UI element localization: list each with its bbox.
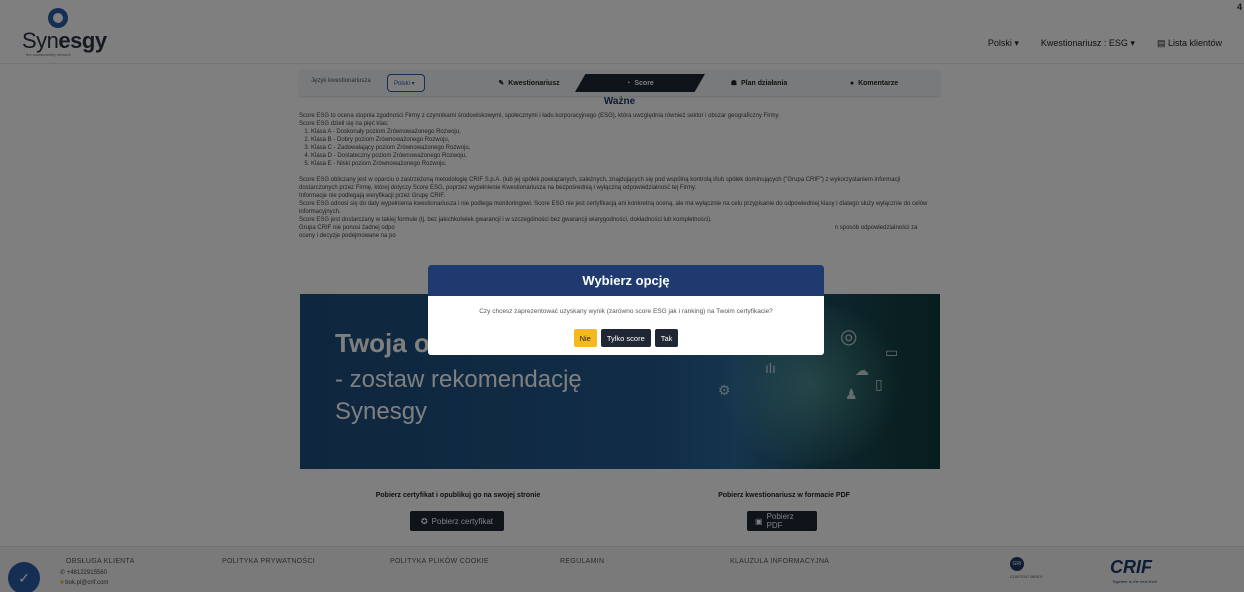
modal-title: Wybierz opcję [428,265,824,296]
modal-message: Czy chcesz zaprezentować uzyskany wynik … [479,308,773,315]
choose-option-modal: Wybierz opcję Czy chcesz zaprezentować u… [428,265,824,355]
score-only-button[interactable]: Tylko score [600,329,651,347]
yes-button[interactable]: Tak [654,329,679,347]
no-button[interactable]: Nie [573,329,597,347]
modal-actions: Nie Tylko score Tak [428,329,824,347]
